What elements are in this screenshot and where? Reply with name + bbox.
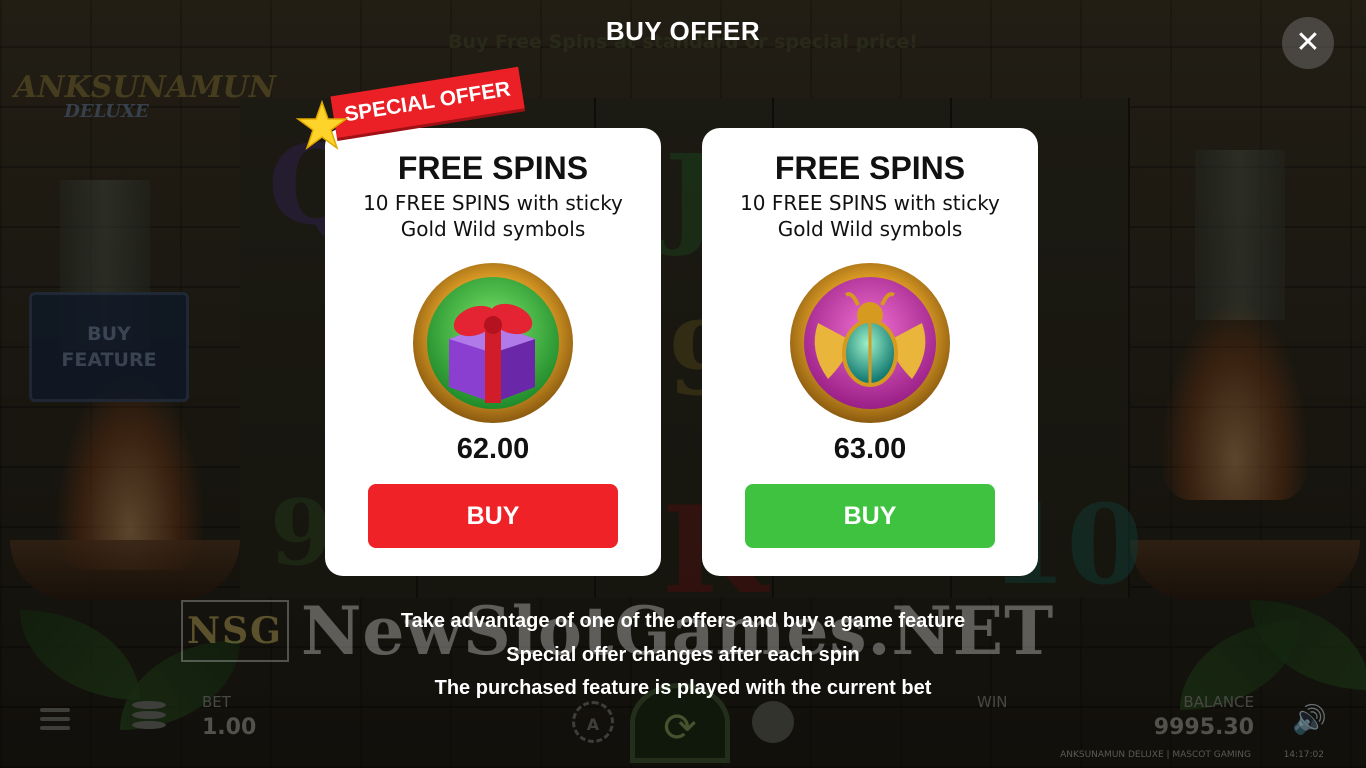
- close-button[interactable]: ✕: [1282, 17, 1334, 69]
- buy-button-standard[interactable]: BUY: [745, 484, 995, 548]
- info-line: The purchased feature is played with the…: [434, 677, 932, 699]
- star-icon: [296, 100, 348, 150]
- offer-description-line1: 10 FREE SPINS with sticky: [363, 191, 623, 215]
- offer-description: 10 FREE SPINS with sticky Gold Wild symb…: [702, 190, 1038, 242]
- offer-card-standard: FREE SPINS 10 FREE SPINS with sticky Gol…: [702, 128, 1038, 576]
- offer-title: FREE SPINS: [397, 150, 589, 186]
- info-line: Take advantage of one of the offers and …: [400, 610, 966, 632]
- gift-box-icon: [413, 263, 573, 423]
- modal-title: BUY OFFER: [605, 16, 761, 46]
- offer-price: 62.00: [456, 433, 530, 465]
- offer-description-line1: 10 FREE SPINS with sticky: [740, 191, 1000, 215]
- offer-title: FREE SPINS: [774, 150, 966, 186]
- scarab-beetle-icon: [790, 263, 950, 423]
- offer-card-special: FREE SPINS 10 FREE SPINS with sticky Gol…: [325, 128, 661, 576]
- offer-price: 63.00: [833, 433, 907, 465]
- offer-description: 10 FREE SPINS with sticky Gold Wild symb…: [325, 190, 661, 242]
- close-icon: ✕: [1295, 25, 1321, 60]
- offer-description-line2: Gold Wild symbols: [777, 217, 963, 241]
- buy-button-special[interactable]: BUY: [368, 484, 618, 548]
- offer-description-line2: Gold Wild symbols: [400, 217, 586, 241]
- info-line: Special offer changes after each spin: [506, 644, 860, 666]
